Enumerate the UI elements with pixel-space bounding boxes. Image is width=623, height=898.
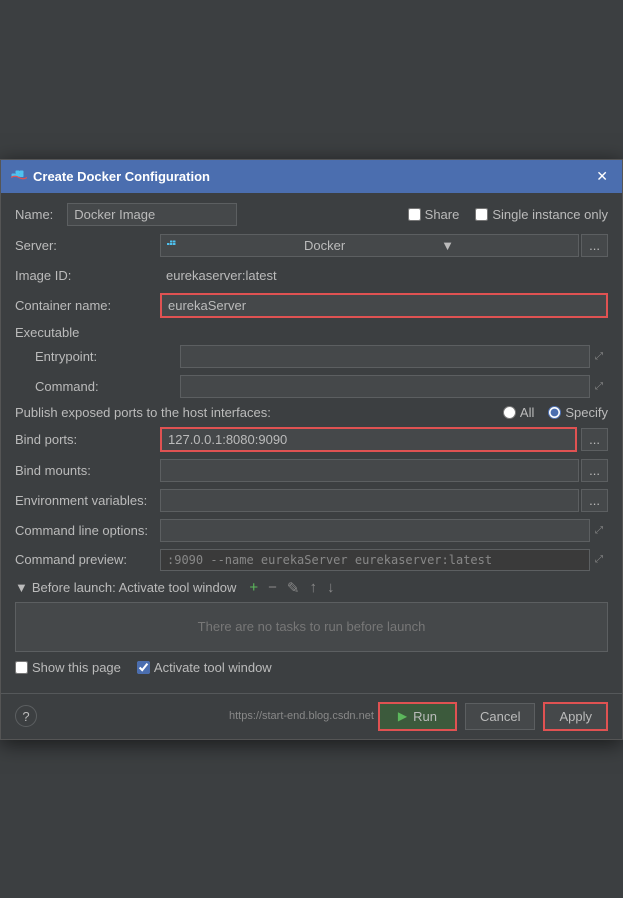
publish-ports-label: Publish exposed ports to the host interf… [15, 405, 503, 420]
cmd-preview-expand-icon[interactable]: ⤢ [590, 550, 608, 569]
single-instance-label[interactable]: Single instance only [492, 207, 608, 222]
no-tasks-label: There are no tasks to run before launch [198, 619, 426, 634]
collapse-icon[interactable]: ▼ [15, 580, 28, 595]
before-launch-box: There are no tasks to run before launch [15, 602, 608, 652]
all-radio[interactable] [503, 406, 516, 419]
before-launch-header: ▼ Before launch: Activate tool window + … [15, 578, 608, 598]
entrypoint-label: Entrypoint: [35, 349, 180, 364]
name-row: Name: Share Single instance only [15, 203, 608, 226]
bind-ports-input[interactable] [160, 427, 577, 452]
share-checkbox-wrap: Share [408, 207, 460, 222]
close-button[interactable]: ✕ [592, 166, 612, 187]
specify-radio-wrap: Specify [548, 405, 608, 420]
name-label: Name: [15, 207, 53, 222]
specify-radio-label[interactable]: Specify [565, 405, 608, 420]
activate-tool-checkbox[interactable] [137, 661, 150, 674]
watermark: https://start-end.blog.csdn.net [37, 710, 378, 722]
command-expand-icon[interactable]: ⤢ [590, 377, 608, 396]
bind-mounts-row: Bind mounts: ... [15, 459, 608, 482]
bind-mounts-dots-button[interactable]: ... [581, 459, 608, 482]
activate-tool-label[interactable]: Activate tool window [154, 660, 272, 675]
footer-right: ▶ Run Cancel Apply [378, 702, 608, 731]
apply-button[interactable]: Apply [543, 702, 608, 731]
entrypoint-row: Entrypoint: ⤢ [15, 345, 608, 368]
command-input[interactable] [180, 375, 590, 398]
cancel-button[interactable]: Cancel [465, 703, 535, 730]
all-radio-label[interactable]: All [520, 405, 534, 420]
single-instance-checkbox[interactable] [475, 208, 488, 221]
server-label: Server: [15, 238, 160, 253]
server-value: Docker [304, 238, 435, 253]
footer: ? https://start-end.blog.csdn.net ▶ Run … [1, 693, 622, 739]
command-label: Command: [35, 379, 180, 394]
title-bar: Create Docker Configuration ✕ [1, 160, 622, 193]
docker-config-dialog: Create Docker Configuration ✕ Name: Shar… [0, 159, 623, 740]
cmd-options-expand-icon[interactable]: ⤢ [590, 521, 608, 540]
bind-mounts-input[interactable] [160, 459, 579, 482]
run-button[interactable]: ▶ Run [378, 702, 457, 731]
title-text: Create Docker Configuration [33, 169, 210, 184]
dropdown-arrow-icon: ▼ [441, 238, 572, 253]
share-label[interactable]: Share [425, 207, 460, 222]
executable-section-label: Executable [15, 325, 608, 340]
show-page-checkbox[interactable] [15, 661, 28, 674]
image-id-row: Image ID: eurekaserver:latest [15, 265, 608, 286]
bottom-checkboxes: Show this page Activate tool window [15, 660, 608, 675]
show-page-label[interactable]: Show this page [32, 660, 121, 675]
server-dots-button[interactable]: ... [581, 234, 608, 257]
entrypoint-input[interactable] [180, 345, 590, 368]
main-content: Name: Share Single instance only Server: [1, 193, 622, 693]
server-row: Server: Docker ▼ ... [15, 234, 608, 257]
cmd-options-row: Command line options: ⤢ [15, 519, 608, 542]
before-launch-toolbar: + − ✎ ↑ ↓ [246, 578, 337, 598]
command-row: Command: ⤢ [15, 375, 608, 398]
env-vars-row: Environment variables: ... [15, 489, 608, 512]
container-name-label: Container name: [15, 298, 160, 313]
before-launch-section: ▼ Before launch: Activate tool window + … [15, 578, 608, 652]
env-vars-input[interactable] [160, 489, 579, 512]
env-vars-label: Environment variables: [15, 493, 160, 508]
move-down-button[interactable]: ↓ [324, 578, 338, 598]
cmd-options-label: Command line options: [15, 523, 160, 538]
help-button[interactable]: ? [15, 705, 37, 727]
container-name-input[interactable] [160, 293, 608, 318]
name-input[interactable] [67, 203, 237, 226]
single-instance-checkbox-wrap: Single instance only [475, 207, 608, 222]
publish-ports-row: Publish exposed ports to the host interf… [15, 405, 608, 420]
entrypoint-expand-icon[interactable]: ⤢ [590, 347, 608, 366]
radio-group: All Specify [503, 405, 608, 420]
specify-radio[interactable] [548, 406, 561, 419]
docker-icon-small [167, 238, 298, 253]
show-page-wrap: Show this page [15, 660, 121, 675]
bind-ports-row: Bind ports: ... [15, 427, 608, 452]
cmd-preview-value: :9090 --name eurekaServer eurekaserver:l… [160, 549, 590, 571]
edit-task-button[interactable]: ✎ [284, 578, 303, 598]
all-radio-wrap: All [503, 405, 534, 420]
image-id-value: eurekaserver:latest [160, 265, 608, 286]
server-select[interactable]: Docker ▼ [160, 234, 579, 257]
footer-left: ? [15, 705, 37, 727]
bind-mounts-label: Bind mounts: [15, 463, 160, 478]
add-task-button[interactable]: + [246, 578, 261, 598]
run-icon: ▶ [398, 709, 407, 723]
activate-tool-wrap: Activate tool window [137, 660, 272, 675]
cmd-preview-row: Command preview: :9090 --name eurekaServ… [15, 549, 608, 571]
move-up-button[interactable]: ↑ [307, 578, 321, 598]
run-label: Run [413, 709, 437, 724]
env-vars-dots-button[interactable]: ... [581, 489, 608, 512]
bind-ports-dots-button[interactable]: ... [581, 428, 608, 451]
share-checkbox[interactable] [408, 208, 421, 221]
bind-ports-label: Bind ports: [15, 432, 160, 447]
docker-icon [11, 168, 27, 184]
before-launch-label: Before launch: Activate tool window [32, 580, 237, 595]
cmd-options-input[interactable] [160, 519, 590, 542]
title-bar-left: Create Docker Configuration [11, 168, 210, 184]
container-name-row: Container name: [15, 293, 608, 318]
remove-task-button[interactable]: − [265, 578, 280, 598]
image-id-label: Image ID: [15, 268, 160, 283]
cmd-preview-label: Command preview: [15, 552, 160, 567]
bind-ports-input-wrap: ... [160, 427, 608, 452]
